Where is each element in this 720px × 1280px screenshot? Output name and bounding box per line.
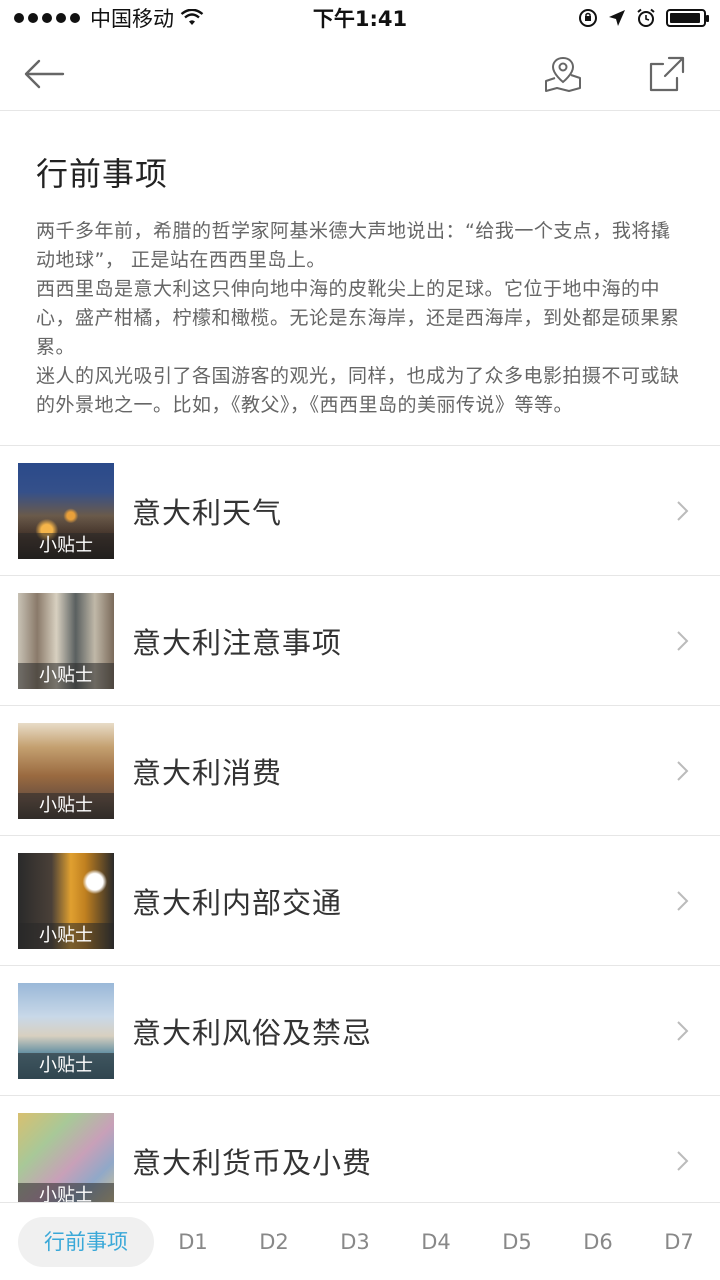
- status-bar-left: 中国移动: [14, 3, 204, 33]
- battery-fill: [670, 13, 701, 23]
- tip-badge: 小贴士: [18, 792, 114, 819]
- location-arrow-icon: [609, 10, 625, 26]
- tips-list: 小贴士 意大利天气 小贴士 意大利注意事项 小贴士 意大利消费 小贴士 意大利内…: [0, 445, 720, 1226]
- list-item[interactable]: 小贴士 意大利内部交通: [0, 836, 720, 966]
- tab-d1[interactable]: D1: [163, 1217, 223, 1267]
- tab-d2[interactable]: D2: [244, 1217, 304, 1267]
- thumbnail-image: 小贴士: [18, 462, 114, 559]
- list-item[interactable]: 小贴士 意大利风俗及禁忌: [0, 966, 720, 1096]
- battery-icon: [666, 9, 709, 27]
- tip-badge: 小贴士: [18, 532, 114, 559]
- status-bar-right: [578, 8, 709, 28]
- list-item-label: 意大利风俗及禁忌: [132, 1015, 373, 1050]
- list-item[interactable]: 小贴士 意大利天气: [0, 446, 720, 576]
- share-button[interactable]: [643, 50, 691, 98]
- chevron-right-icon: [677, 500, 689, 521]
- intro-paragraph: 西西里岛是意大利这只伸向地中海的皮靴尖上的足球。它位于地中海的中心，盛产柑橘，柠…: [36, 278, 680, 358]
- orientation-lock-icon: [579, 9, 597, 27]
- chevron-right-icon: [677, 1020, 689, 1041]
- wifi-icon: [180, 9, 204, 25]
- chevron-right-icon: [677, 1150, 689, 1171]
- tab-d6[interactable]: D6: [568, 1217, 628, 1267]
- tip-badge: 小贴士: [18, 922, 114, 949]
- intro-paragraph: 迷人的风光吸引了各国游客的观光，同样，也成为了众多电影拍摄不可或缺的外景地之一。…: [36, 365, 680, 416]
- map-button[interactable]: [539, 50, 587, 98]
- list-item[interactable]: 小贴士 意大利注意事项: [0, 576, 720, 706]
- thumbnail-image: 小贴士: [18, 1112, 114, 1209]
- page-title: 行前事项: [36, 155, 169, 193]
- back-button[interactable]: [20, 50, 68, 98]
- tab-d3[interactable]: D3: [325, 1217, 385, 1267]
- list-item-label: 意大利天气: [132, 495, 283, 530]
- tab-d5[interactable]: D5: [487, 1217, 547, 1267]
- thumbnail-image: 小贴士: [18, 592, 114, 689]
- list-item[interactable]: 小贴士 意大利消费: [0, 706, 720, 836]
- list-item-label: 意大利内部交通: [132, 885, 343, 920]
- tip-badge: 小贴士: [18, 662, 114, 689]
- thumbnail-image: 小贴士: [18, 852, 114, 949]
- day-tab-bar: 行前事项 D1 D2 D3 D4 D5 D6 D7: [0, 1202, 720, 1280]
- tip-badge: 小贴士: [18, 1052, 114, 1079]
- tab-pre-trip[interactable]: 行前事项: [18, 1217, 154, 1267]
- tab-d4[interactable]: D4: [406, 1217, 466, 1267]
- intro-section: 行前事项 两千多年前，希腊的哲学家阿基米德大声地说出：“给我一个支点，我将撬动地…: [0, 111, 720, 445]
- chevron-right-icon: [677, 760, 689, 781]
- tab-d7[interactable]: D7: [649, 1217, 709, 1267]
- list-item-label: 意大利消费: [132, 755, 283, 790]
- alarm-icon: [637, 8, 655, 27]
- thumbnail-image: 小贴士: [18, 982, 114, 1079]
- share-icon: [649, 56, 685, 92]
- thumbnail-image: 小贴士: [18, 722, 114, 819]
- list-item-label: 意大利货币及小费: [132, 1145, 373, 1180]
- carrier-label: 中国移动: [90, 7, 174, 31]
- signal-icon: [14, 13, 80, 23]
- chevron-right-icon: [677, 890, 689, 911]
- nav-bar: [0, 36, 720, 111]
- map-pin-icon: [545, 56, 581, 92]
- intro-paragraph: 两千多年前，希腊的哲学家阿基米德大声地说出：“给我一个支点，我将撬动地球”， 正…: [36, 220, 671, 271]
- arrow-left-icon: [24, 59, 65, 89]
- chevron-right-icon: [677, 630, 689, 651]
- list-item-label: 意大利注意事项: [132, 625, 343, 660]
- status-bar: 中国移动 下午1:41: [0, 0, 720, 36]
